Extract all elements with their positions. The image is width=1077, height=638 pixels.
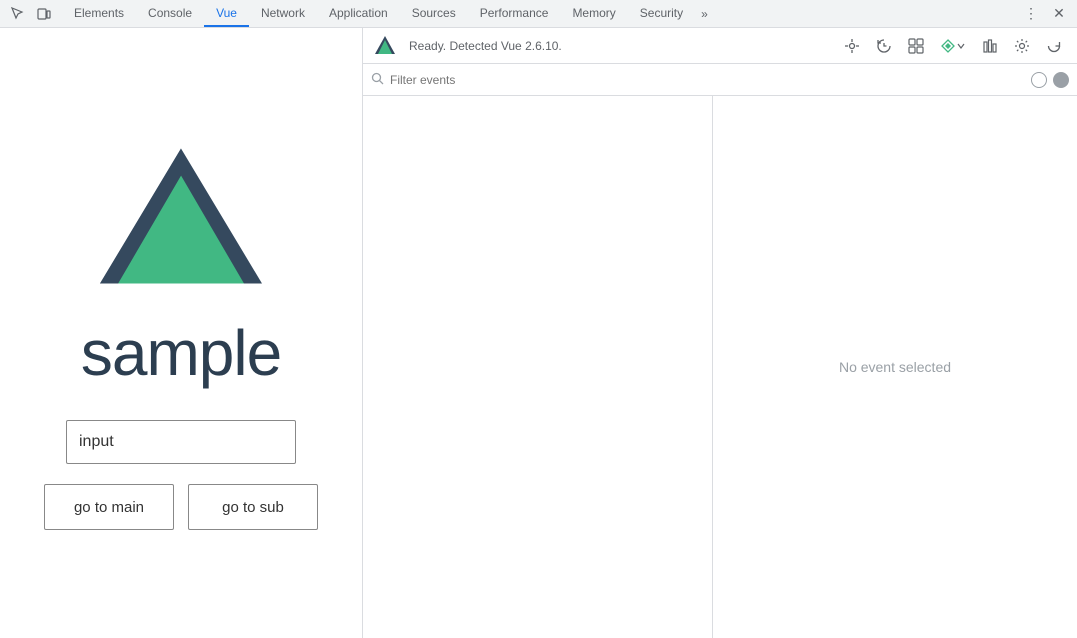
tab-security[interactable]: Security <box>628 0 695 27</box>
tab-elements[interactable]: Elements <box>62 0 136 27</box>
vue-toolbar-icons <box>839 33 1067 59</box>
vue-logo-small <box>373 34 397 58</box>
vue-secondary-toolbar <box>363 64 1077 96</box>
go-to-sub-button[interactable]: go to sub <box>188 484 318 530</box>
refresh-icon-button[interactable] <box>1041 33 1067 59</box>
tab-sources[interactable]: Sources <box>400 0 468 27</box>
app-buttons: go to main go to sub <box>44 484 318 530</box>
tabs-overflow-button[interactable]: » <box>695 7 714 21</box>
devtools-icons-left <box>0 2 62 26</box>
vue-status-text: Ready. Detected Vue 2.6.10. <box>409 39 835 53</box>
perf-icon-button[interactable] <box>977 33 1003 59</box>
inspect-element-button[interactable] <box>6 2 30 26</box>
tab-memory[interactable]: Memory <box>560 0 627 27</box>
vue-detail-pane: No event selected <box>713 96 1077 638</box>
devtools-topbar-right: ⋮ ✕ <box>1013 2 1077 26</box>
main-content: sample go to main go to sub Ready. Detec… <box>0 28 1077 638</box>
clear-filter-button[interactable] <box>1031 72 1047 88</box>
settings-icon-button[interactable] <box>1009 33 1035 59</box>
tab-performance[interactable]: Performance <box>468 0 561 27</box>
no-event-selected-text: No event selected <box>839 359 951 375</box>
vuex-icon-button[interactable] <box>935 33 971 59</box>
routing-icon-button[interactable] <box>903 33 929 59</box>
tab-application[interactable]: Application <box>317 0 400 27</box>
tab-vue[interactable]: Vue <box>204 0 249 27</box>
record-button[interactable] <box>1053 72 1069 88</box>
more-options-button[interactable]: ⋮ <box>1019 2 1043 26</box>
vue-panel-body: No event selected <box>363 96 1077 638</box>
app-input-field[interactable] <box>66 420 296 464</box>
app-title: sample <box>81 316 281 390</box>
filter-events-input[interactable] <box>390 73 1025 87</box>
devtools-topbar: Elements Console Vue Network Application… <box>0 0 1077 28</box>
tab-network[interactable]: Network <box>249 0 317 27</box>
devtools-tabs: Elements Console Vue Network Application… <box>62 0 1013 27</box>
filter-search-icon <box>371 72 384 88</box>
vue-logo-large <box>91 136 271 296</box>
app-panel: sample go to main go to sub <box>0 28 362 638</box>
history-icon-button[interactable] <box>871 33 897 59</box>
close-devtools-button[interactable]: ✕ <box>1047 2 1071 26</box>
go-to-main-button[interactable]: go to main <box>44 484 174 530</box>
components-icon-button[interactable] <box>839 33 865 59</box>
tab-console[interactable]: Console <box>136 0 204 27</box>
vue-events-pane <box>363 96 713 638</box>
devtools-vue-panel: Ready. Detected Vue 2.6.10. <box>362 28 1077 638</box>
vue-toolbar: Ready. Detected Vue 2.6.10. <box>363 28 1077 64</box>
device-toolbar-button[interactable] <box>32 2 56 26</box>
